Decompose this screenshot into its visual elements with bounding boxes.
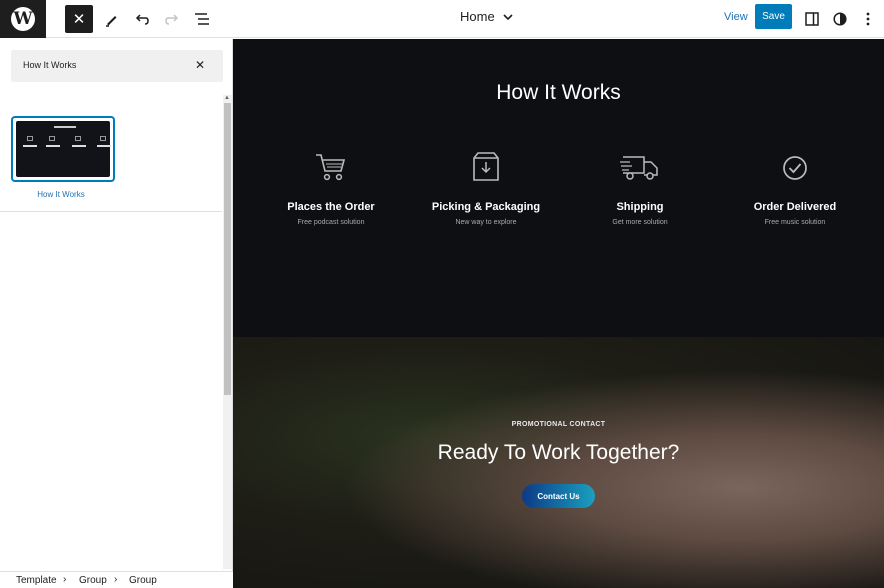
pattern-inserter-sidebar: How It Works ✕ How It Works ▲ — [0, 39, 233, 588]
thumbnail-icon-mark — [75, 136, 81, 141]
redo-icon[interactable] — [158, 5, 186, 33]
settings-panel-icon[interactable] — [798, 5, 826, 33]
styles-contrast-icon[interactable] — [826, 5, 854, 33]
feature-title: Order Delivered — [753, 201, 837, 213]
box-icon — [473, 152, 499, 181]
clear-search-icon[interactable]: ✕ — [195, 58, 205, 72]
wordpress-logo-icon: W — [11, 7, 35, 31]
pattern-preview-card[interactable] — [11, 116, 115, 182]
pattern-thumbnail — [16, 121, 111, 177]
search-value: How It Works — [23, 60, 77, 70]
truck-icon — [620, 156, 658, 180]
chevron-right-icon: › — [63, 574, 67, 585]
thumbnail-label-mark — [97, 145, 111, 147]
undo-icon[interactable] — [128, 5, 156, 33]
scroll-up-arrow-icon[interactable]: ▲ — [224, 95, 230, 101]
thumbnail-label-mark — [72, 145, 86, 147]
scrollbar-thumb[interactable] — [224, 103, 231, 395]
thumbnail-icon-mark — [49, 136, 55, 141]
feature-title: Picking & Packaging — [431, 201, 541, 213]
how-it-works-section[interactable]: How It Works Places the Order Free podca… — [233, 39, 884, 337]
block-breadcrumb: Template › Group › Group — [0, 571, 233, 588]
feature-subtitle: New way to explore — [455, 219, 517, 226]
feature-item[interactable]: Order Delivered Free music solution — [715, 151, 875, 226]
feature-subtitle: Free podcast solution — [297, 219, 365, 226]
save-button[interactable]: Save — [755, 4, 792, 29]
breadcrumb-item[interactable]: Group — [79, 575, 107, 586]
feature-title: Places the Order — [287, 201, 375, 213]
feature-subtitle: Free music solution — [764, 219, 826, 226]
feature-subtitle: Get more solution — [612, 219, 668, 226]
check-circle-icon — [783, 156, 807, 180]
view-link[interactable]: View — [724, 11, 748, 23]
thumbnail-icon-mark — [100, 136, 106, 141]
sidebar-scrollbar[interactable]: ▲ — [223, 95, 232, 569]
thumbnail-label-mark — [23, 145, 37, 147]
contact-us-button[interactable]: Contact Us — [522, 484, 595, 508]
chevron-right-icon: › — [114, 574, 118, 585]
editor-canvas[interactable]: How It Works Places the Order Free podca… — [233, 39, 884, 588]
feature-item[interactable]: Shipping Get more solution — [560, 151, 720, 226]
cart-icon — [316, 154, 346, 181]
breadcrumb-item[interactable]: Group — [129, 575, 157, 586]
list-view-icon[interactable] — [188, 5, 216, 33]
thumbnail-label-mark — [46, 145, 60, 147]
editor-header: W ✕ Home View Save — [0, 0, 884, 38]
pattern-search-input[interactable]: How It Works ✕ — [11, 50, 223, 82]
feature-item[interactable]: Places the Order Free podcast solution — [251, 151, 411, 226]
sidebar-divider — [0, 211, 222, 212]
close-icon[interactable]: ✕ — [65, 5, 93, 33]
pattern-label[interactable]: How It Works — [11, 190, 111, 199]
document-title-label: Home — [460, 9, 495, 24]
promotional-contact-section[interactable]: PROMOTIONAL CONTACT Ready To Work Togeth… — [233, 337, 884, 588]
thumbnail-icon-mark — [27, 136, 33, 141]
chevron-down-icon — [503, 13, 513, 20]
feature-title: Shipping — [616, 201, 664, 213]
wordpress-logo-button[interactable]: W — [0, 0, 46, 38]
document-title[interactable]: Home — [460, 9, 513, 24]
thumbnail-title-mark — [54, 126, 76, 128]
more-options-icon[interactable] — [854, 5, 882, 33]
promo-kicker: PROMOTIONAL CONTACT — [511, 421, 606, 428]
pencil-icon[interactable] — [98, 5, 126, 33]
feature-item[interactable]: Picking & Packaging New way to explore — [406, 151, 566, 226]
section-heading[interactable]: How It Works — [233, 81, 884, 105]
breadcrumb-item[interactable]: Template — [16, 575, 57, 586]
promo-heading[interactable]: Ready To Work Together? — [233, 441, 884, 465]
